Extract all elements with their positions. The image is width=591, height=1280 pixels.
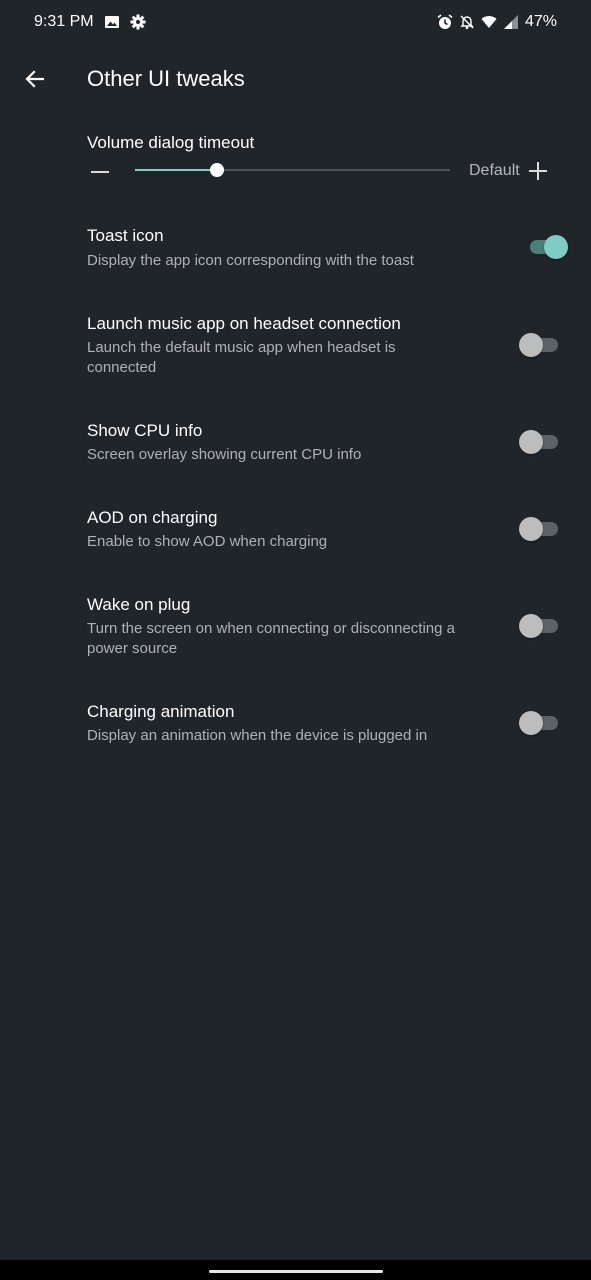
- navigation-bar: [0, 1260, 591, 1280]
- bell-off-icon: [459, 14, 475, 30]
- volume-timeout-slider-row: Default: [87, 158, 557, 184]
- toggle-switch[interactable]: [519, 332, 560, 357]
- back-button[interactable]: [18, 62, 52, 96]
- pref-title: Charging animation: [87, 702, 235, 721]
- pref-wake-on-plug[interactable]: Wake on plug Turn the screen on when con…: [0, 591, 591, 663]
- pref-summary: Enable to show AOD when charging: [87, 533, 328, 550]
- toggle-switch[interactable]: [519, 710, 560, 735]
- pref-cpu-info[interactable]: Show CPU info Screen overlay showing cur…: [0, 417, 591, 469]
- status-bar-left: 9:31 PM: [34, 13, 146, 31]
- toggle-switch[interactable]: [519, 516, 560, 541]
- status-bar: 9:31 PM 47%: [0, 0, 591, 44]
- pref-launch-music[interactable]: Launch music app on headset connection L…: [0, 310, 591, 382]
- pref-summary: Display the app icon corresponding with …: [87, 252, 414, 269]
- switch-thumb: [519, 614, 543, 638]
- arrow-left-icon: [25, 70, 45, 88]
- pref-summary: Display an animation when the device is …: [87, 727, 428, 744]
- switch-thumb: [519, 430, 543, 454]
- app-bar: Other UI tweaks: [0, 50, 591, 110]
- toggle-switch[interactable]: [528, 234, 568, 259]
- battery-percent: 47%: [524, 13, 557, 30]
- switch-thumb: [519, 517, 543, 541]
- gear-icon: [130, 14, 146, 30]
- switch-thumb: [544, 235, 568, 259]
- increase-button[interactable]: [528, 161, 548, 181]
- slider-thumb[interactable]: [209, 163, 224, 177]
- slider-fill: [135, 169, 217, 171]
- toggle-switch[interactable]: [519, 613, 560, 638]
- pref-aod-charging[interactable]: AOD on charging Enable to show AOD when …: [0, 504, 591, 556]
- home-gesture-handle[interactable]: [209, 1270, 383, 1273]
- volume-timeout-title: Volume dialog timeout: [87, 133, 255, 152]
- slider-track[interactable]: [135, 163, 450, 177]
- pref-title: AOD on charging: [87, 508, 218, 527]
- alarm-icon: [437, 14, 453, 30]
- pref-title: Launch music app on headset connection: [87, 314, 401, 333]
- decrease-button[interactable]: [91, 162, 111, 182]
- pref-title: Wake on plug: [87, 595, 191, 614]
- pref-charging-animation[interactable]: Charging animation Display an animation …: [0, 698, 591, 750]
- pref-summary: Launch the default music app when headse…: [87, 339, 396, 376]
- status-bar-right: 47%: [437, 13, 557, 31]
- signal-icon: [503, 14, 519, 30]
- page-title: Other UI tweaks: [87, 66, 245, 91]
- image-icon: [104, 14, 120, 30]
- pref-title: Show CPU info: [87, 421, 203, 440]
- toggle-switch[interactable]: [519, 429, 560, 454]
- pref-summary: Turn the screen on when connecting or di…: [87, 620, 456, 657]
- pref-summary: Screen overlay showing current CPU info: [87, 446, 362, 463]
- pref-title: Toast icon: [87, 226, 164, 245]
- pref-toast-icon[interactable]: Toast icon Display the app icon correspo…: [0, 222, 591, 282]
- screen: 9:31 PM 47% Other UI tweaks Volume dialo…: [0, 0, 591, 1280]
- switch-thumb: [519, 711, 543, 735]
- status-time: 9:31 PM: [34, 13, 94, 30]
- slider-value-label: Default: [469, 162, 520, 179]
- wifi-icon: [481, 14, 497, 30]
- switch-thumb: [519, 333, 543, 357]
